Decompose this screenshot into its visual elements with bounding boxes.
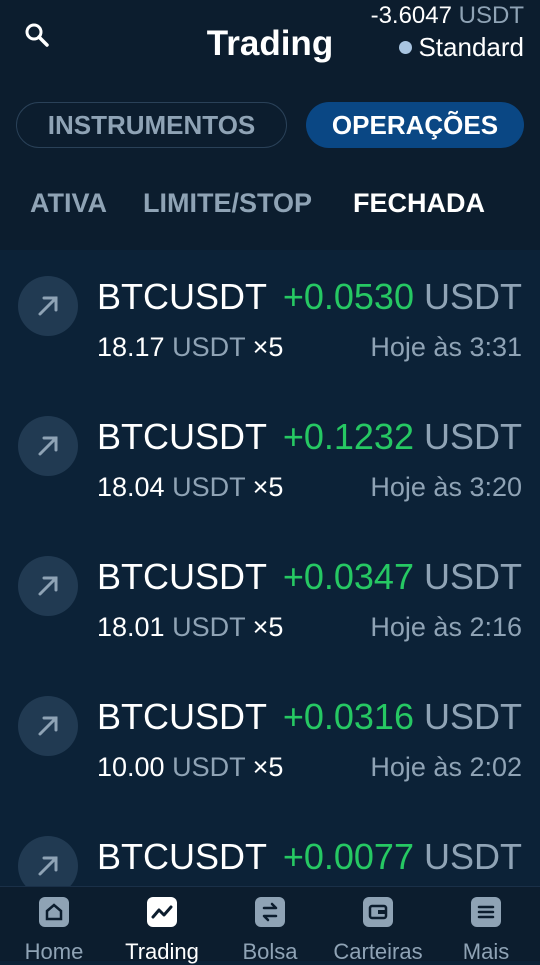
arrow-up-right-icon — [18, 556, 78, 616]
account-dot-icon — [399, 41, 413, 54]
amount-unit: USDT — [172, 752, 246, 782]
trade-row[interactable]: BTCUSDT +0.0316 USDT 10.00 USDT ×5 Hoje … — [0, 670, 540, 810]
amount-value: 18.17 — [97, 332, 165, 362]
trade-time: Hoje às 2:02 — [370, 752, 522, 782]
trade-pnl: +0.0530 USDT — [283, 276, 522, 318]
trade-pnl: +0.0077 USDT — [283, 836, 522, 878]
trade-symbol: BTCUSDT — [97, 416, 267, 457]
trade-pnl: +0.1232 USDT — [283, 416, 522, 458]
swap-icon — [255, 897, 285, 927]
pnl-value: +0.0316 — [282, 696, 414, 737]
bottom-nav: Home Trading Bolsa Carteiras Mais — [0, 886, 540, 964]
trade-amount: 18.01 USDT ×5 — [97, 612, 283, 643]
arrow-up-right-icon — [18, 696, 78, 756]
amount-unit: USDT — [172, 612, 246, 642]
arrow-up-right-icon — [18, 276, 78, 336]
trade-time: Hoje às 3:20 — [370, 472, 522, 502]
pnl-unit: USDT — [424, 696, 522, 737]
amount-unit: USDT — [172, 332, 246, 362]
trade-time: Hoje às 2:16 — [370, 612, 522, 642]
pnl-value: +0.0077 — [282, 836, 414, 877]
wallet-icon — [363, 897, 393, 927]
home-icon — [39, 897, 69, 927]
nav-more[interactable]: Mais — [432, 887, 540, 964]
balance-value: -3.6047 — [370, 2, 452, 29]
leverage: ×5 — [252, 752, 284, 782]
filter-closed[interactable]: FECHADA — [353, 188, 485, 219]
trade-symbol: BTCUSDT — [97, 696, 267, 737]
arrow-up-right-icon — [18, 836, 78, 886]
pnl-value: +0.0347 — [282, 556, 414, 597]
trade-amount: 18.17 USDT ×5 — [97, 332, 283, 363]
balance: -3.6047 USDT — [371, 2, 524, 30]
trade-row[interactable]: BTCUSDT +0.0530 USDT 18.17 USDT ×5 Hoje … — [0, 250, 540, 390]
leverage: ×5 — [252, 472, 284, 502]
trade-symbol: BTCUSDT — [97, 276, 267, 317]
account-type: Standard — [418, 32, 524, 62]
amount-value: 10.00 — [97, 752, 165, 782]
pnl-value: +0.0530 — [282, 276, 414, 317]
balance-unit: USDT — [458, 2, 524, 29]
amount-value: 18.04 — [97, 472, 165, 502]
nav-trading[interactable]: Trading — [108, 887, 216, 964]
filter-active[interactable]: ATIVA — [30, 188, 107, 219]
tab-operations[interactable]: OPERAÇÕES — [306, 102, 524, 148]
trade-amount: 10.00 USDT ×5 — [97, 752, 283, 783]
trade-symbol: BTCUSDT — [97, 836, 267, 877]
nav-wallets-label: Carteiras — [333, 939, 423, 964]
nav-exchange[interactable]: Bolsa — [216, 887, 324, 964]
trade-list: BTCUSDT +0.0530 USDT 18.17 USDT ×5 Hoje … — [0, 250, 540, 886]
nav-wallets[interactable]: Carteiras — [324, 887, 432, 964]
pnl-unit: USDT — [424, 416, 522, 457]
trade-amount: 18.04 USDT ×5 — [97, 472, 283, 503]
arrow-up-right-icon — [18, 416, 78, 476]
trade-time: Hoje às 3:31 — [370, 332, 522, 362]
nav-more-label: Mais — [462, 939, 510, 964]
filter-limit-stop[interactable]: LIMITE/STOP — [143, 188, 312, 219]
trade-pnl: +0.0316 USDT — [283, 696, 522, 738]
nav-home-label: Home — [24, 939, 84, 964]
nav-trading-label: Trading — [125, 939, 199, 964]
account-selector[interactable]: Standard — [399, 32, 524, 63]
pnl-unit: USDT — [424, 836, 522, 877]
trade-row[interactable]: BTCUSDT +0.1232 USDT 18.04 USDT ×5 Hoje … — [0, 390, 540, 530]
leverage: ×5 — [252, 332, 284, 362]
tab-instruments[interactable]: INSTRUMENTOS — [16, 102, 287, 148]
pnl-value: +0.1232 — [282, 416, 414, 457]
leverage: ×5 — [252, 612, 284, 642]
amount-value: 18.01 — [97, 612, 165, 642]
tabs-area: INSTRUMENTOS OPERAÇÕES ATIVA LIMITE/STOP… — [0, 70, 540, 250]
trade-symbol: BTCUSDT — [97, 556, 267, 597]
trade-row[interactable]: BTCUSDT +0.0077 USDT — [0, 810, 540, 886]
nav-exchange-label: Bolsa — [242, 939, 298, 964]
trade-row[interactable]: BTCUSDT +0.0347 USDT 18.01 USDT ×5 Hoje … — [0, 530, 540, 670]
top-bar: Trading -3.6047 USDT Standard — [0, 0, 540, 70]
nav-home[interactable]: Home — [0, 887, 108, 964]
menu-icon — [471, 897, 501, 927]
pnl-unit: USDT — [424, 276, 522, 317]
chart-line-icon — [147, 897, 177, 927]
trade-pnl: +0.0347 USDT — [283, 556, 522, 598]
pnl-unit: USDT — [424, 556, 522, 597]
amount-unit: USDT — [172, 472, 246, 502]
